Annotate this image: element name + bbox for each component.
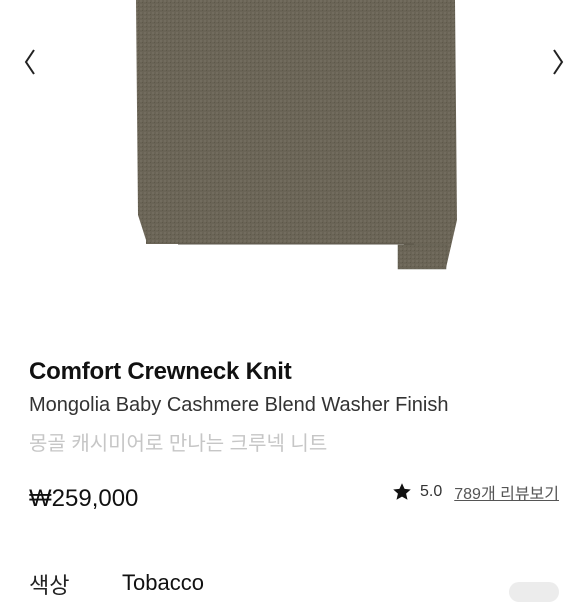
next-image-button[interactable] bbox=[538, 40, 578, 84]
product-korean-name: 몽골 캐시미어로 만나는 크루넥 니트 bbox=[29, 433, 328, 455]
product-subtitle: Mongolia Baby Cashmere Blend Washer Fini… bbox=[29, 394, 449, 416]
product-title: Comfort Crewneck Knit bbox=[29, 358, 292, 385]
rating-score: 5.0 bbox=[420, 483, 443, 500]
color-label: 색상 bbox=[29, 573, 70, 598]
product-image-gallery[interactable] bbox=[0, 0, 588, 330]
color-option-row[interactable]: 색상 Tobacco bbox=[29, 568, 588, 602]
color-selector[interactable] bbox=[509, 582, 559, 602]
chevron-right-icon bbox=[553, 49, 564, 75]
rating-summary: 5.0 789개 리뷰보기 bbox=[392, 480, 559, 504]
product-image bbox=[136, 0, 457, 270]
star-icon bbox=[393, 483, 411, 500]
review-link[interactable]: 789개 리뷰보기 bbox=[454, 480, 559, 504]
chevron-left-icon bbox=[24, 49, 35, 75]
prev-image-button[interactable] bbox=[10, 40, 50, 84]
color-value: Tobacco bbox=[122, 570, 204, 595]
product-price: ₩259,000 bbox=[29, 485, 139, 512]
